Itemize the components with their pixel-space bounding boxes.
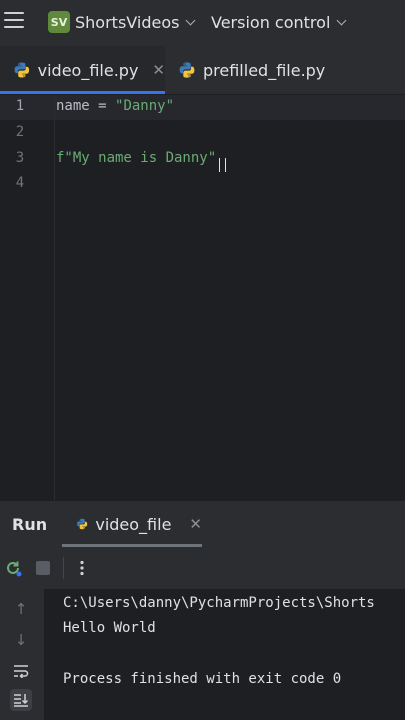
code-string: f"My name is Danny": [56, 150, 217, 166]
console-line: C:\Users\danny\PycharmProjects\Shorts: [63, 595, 375, 611]
chevron-down-icon: [336, 15, 347, 26]
code-string: "Danny": [115, 98, 175, 114]
vcs-label: Version control: [211, 13, 331, 32]
line-number: 2: [15, 124, 25, 140]
tab-prefilled-file[interactable]: prefilled_file.py: [178, 46, 325, 94]
code-line[interactable]: f"My name is Danny": [56, 150, 216, 166]
scroll-to-end-icon[interactable]: [10, 689, 32, 711]
project-name: ShortsVideos: [75, 13, 180, 32]
code-line[interactable]: name = "Danny": [56, 98, 174, 114]
toolbar-separator: [63, 557, 64, 579]
run-console[interactable]: C:\Users\danny\PycharmProjects\Shorts He…: [44, 589, 405, 720]
line-number: 3: [15, 150, 25, 166]
line-number: 1: [15, 98, 25, 114]
editor-tabs: video_file.py ✕ prefilled_file.py: [0, 46, 405, 95]
stop-icon[interactable]: [34, 559, 52, 577]
close-icon[interactable]: ✕: [189, 515, 202, 533]
soft-wrap-icon[interactable]: [10, 660, 32, 682]
tab-label: prefilled_file.py: [203, 60, 326, 80]
rerun-icon[interactable]: [4, 559, 22, 577]
project-badge[interactable]: SV: [48, 11, 70, 33]
main-toolbar: SV ShortsVideos Version control: [0, 0, 405, 46]
gutter-divider: [54, 95, 55, 500]
version-control-menu[interactable]: Version control: [211, 13, 347, 32]
run-panel-title: Run: [12, 515, 48, 534]
run-tab-video-file[interactable]: video_file ✕: [62, 501, 202, 547]
python-file-icon: [77, 518, 88, 530]
more-options-icon[interactable]: [73, 559, 91, 577]
run-toolbar: [0, 547, 405, 589]
python-file-icon: [179, 62, 195, 78]
hamburger-menu-icon[interactable]: [4, 12, 24, 30]
arrow-up-icon[interactable]: ↑: [10, 598, 32, 620]
arrow-down-icon[interactable]: ↓: [10, 629, 32, 651]
run-tab-label: video_file: [95, 514, 172, 534]
python-file-icon: [14, 62, 30, 78]
console-side-toolbar: ↑ ↓: [0, 589, 44, 720]
line-number: 4: [15, 175, 25, 191]
text-cursor: [219, 158, 226, 172]
tab-label: video_file.py: [37, 60, 139, 80]
tab-video-file[interactable]: video_file.py ✕: [0, 46, 165, 94]
code-editor[interactable]: 1 2 3 4 name = "Danny" f"My name is Dann…: [0, 95, 405, 500]
code-plain: name =: [56, 98, 116, 114]
run-panel-header: Run video_file ✕: [0, 500, 405, 547]
chevron-down-icon: [185, 15, 196, 26]
close-icon[interactable]: ✕: [152, 61, 165, 79]
project-switcher[interactable]: ShortsVideos: [75, 13, 196, 32]
console-line: Process finished with exit code 0: [63, 671, 342, 687]
console-line: Hello World: [63, 620, 156, 636]
